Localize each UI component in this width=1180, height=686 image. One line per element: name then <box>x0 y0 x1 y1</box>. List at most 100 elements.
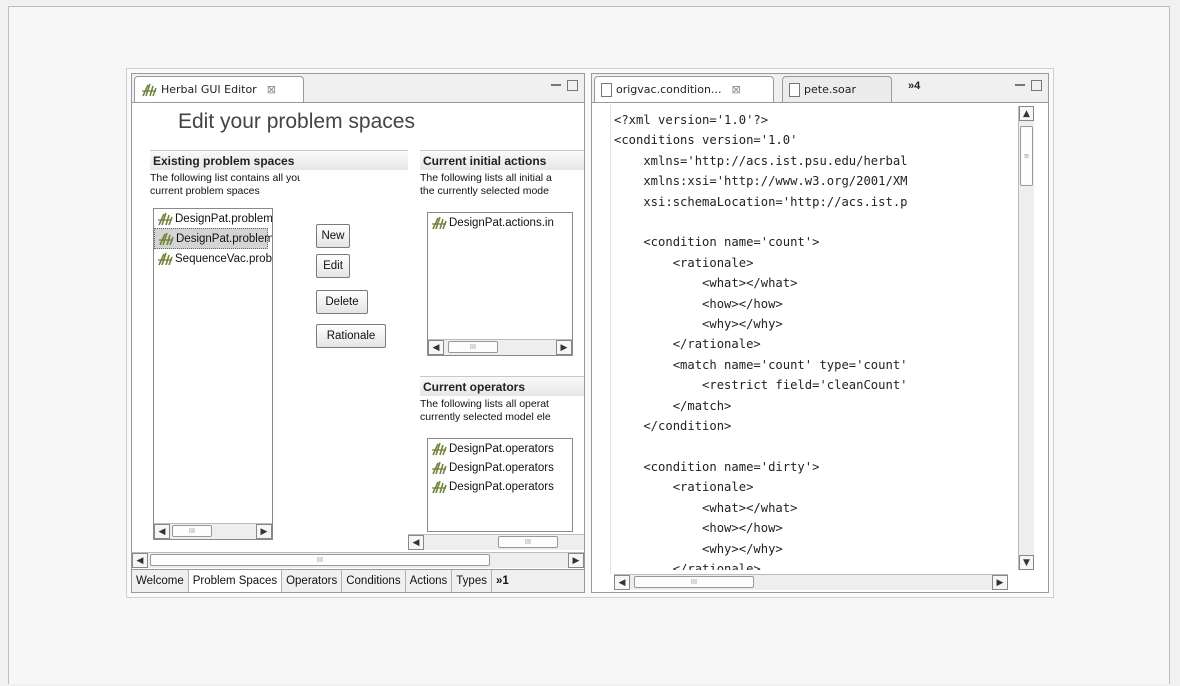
list-item[interactable]: DesignPat.operators <box>428 458 572 477</box>
list-item[interactable]: DesignPat.actions.in <box>428 213 572 232</box>
code-line: xsi:schemaLocation='http://acs.ist.p <box>614 194 908 209</box>
herbal-icon <box>141 83 157 97</box>
code-line: <rationale> <box>614 480 754 495</box>
maximize-icon[interactable] <box>567 80 578 91</box>
edit-button[interactable]: Edit <box>316 254 350 278</box>
code-line: xmlns='http://acs.ist.psu.edu/herbal <box>614 153 908 168</box>
eclipse-window: Herbal GUI Editor ⊠ Edit your problem sp… <box>126 68 1054 598</box>
tab-label: Herbal GUI Editor <box>161 83 257 96</box>
code-line: <what></what> <box>614 276 798 291</box>
operators-list[interactable]: DesignPat.operators DesignPat.operators … <box>427 438 573 532</box>
tab-label: pete.soar <box>804 83 857 96</box>
problem-spaces-list[interactable]: DesignPat.problemsp DesignPat.problemsp … <box>153 208 273 540</box>
rationale-button[interactable]: Rationale <box>316 324 386 348</box>
right-window-controls <box>1015 80 1042 91</box>
code-line: <?xml version='1.0'?> <box>614 113 769 127</box>
code-line: </rationale> <box>614 561 761 570</box>
minimize-icon[interactable] <box>551 84 561 86</box>
herbal-editor-pane: Herbal GUI Editor ⊠ Edit your problem sp… <box>131 73 585 593</box>
file-icon <box>789 82 800 97</box>
code-line: <how></how> <box>614 521 783 536</box>
operators-heading: Current operators <box>420 376 584 396</box>
tab-welcome[interactable]: Welcome <box>132 570 189 592</box>
scroll-up-icon[interactable]: ▲ <box>1019 106 1034 121</box>
scroll-left-icon[interactable]: ◀ <box>428 340 444 355</box>
code-line: </condition> <box>614 419 732 434</box>
herbal-icon <box>157 212 173 226</box>
close-icon[interactable]: ⊠ <box>731 83 740 96</box>
code-line: <why></why> <box>614 317 783 332</box>
left-window-controls <box>551 80 578 91</box>
initial-actions-heading: Current initial actions <box>420 150 584 170</box>
horizontal-scrollbar[interactable]: ◀ III <box>408 534 584 550</box>
close-icon[interactable]: ⊠ <box>267 83 276 96</box>
scroll-down-icon[interactable]: ▼ <box>1019 555 1034 570</box>
list-item[interactable]: SequenceVac.proble <box>154 249 272 268</box>
tab-label: origvac.condition... <box>616 83 722 96</box>
code-line: </rationale> <box>614 337 761 352</box>
editor-tab-row: Herbal GUI Editor ⊠ <box>132 74 584 103</box>
scroll-right-icon[interactable]: ▶ <box>568 553 584 568</box>
code-line: <conditions version='1.0' <box>614 133 798 148</box>
more-tabs-button[interactable]: »1 <box>492 570 513 592</box>
code-line: <what></what> <box>614 500 798 515</box>
scroll-left-icon[interactable]: ◀ <box>132 553 148 568</box>
operators-description: The following lists all operat currently… <box>420 398 551 423</box>
existing-spaces-heading: Existing problem spaces <box>150 150 408 170</box>
list-item[interactable]: DesignPat.operators <box>428 439 572 458</box>
tab-actions[interactable]: Actions <box>406 570 453 592</box>
code-line: <why></why> <box>614 541 783 556</box>
scroll-left-icon[interactable]: ◀ <box>408 535 424 550</box>
tab-types[interactable]: Types <box>452 570 492 592</box>
horizontal-scrollbar[interactable]: ◀ III ▶ <box>154 523 272 539</box>
horizontal-scrollbar[interactable]: ◀ III ▶ <box>614 574 1008 590</box>
code-line: <condition name='dirty'> <box>614 459 820 474</box>
initial-actions-list[interactable]: DesignPat.actions.in ◀ III ▶ <box>427 212 573 356</box>
tab-pete-soar[interactable]: pete.soar <box>782 76 892 102</box>
scroll-right-icon[interactable]: ▶ <box>256 524 272 539</box>
code-line: </match> <box>614 398 732 413</box>
scroll-thumb[interactable]: III <box>498 536 558 548</box>
editor-ruler <box>610 104 611 574</box>
scroll-thumb[interactable]: III <box>634 576 754 588</box>
xml-code-area[interactable]: <?xml version='1.0'?> <conditions version… <box>614 110 1010 570</box>
horizontal-scrollbar[interactable]: ◀ III ▶ <box>428 339 572 355</box>
tab-problem-spaces[interactable]: Problem Spaces <box>188 570 283 592</box>
delete-button[interactable]: Delete <box>316 290 368 314</box>
tab-operators[interactable]: Operators <box>282 570 343 592</box>
herbal-icon <box>157 252 173 266</box>
code-line: <restrict field='cleanCount' <box>614 378 908 393</box>
editor-horizontal-scrollbar[interactable]: ◀ III ▶ <box>132 552 584 568</box>
new-button[interactable]: New <box>316 224 350 248</box>
minimize-icon[interactable] <box>1015 84 1025 86</box>
initial-actions-description: The following lists all initial a the cu… <box>420 172 552 197</box>
herbal-icon <box>431 442 447 456</box>
more-tabs-button[interactable]: »4 <box>908 80 920 92</box>
tab-conditions[interactable]: Conditions <box>342 570 406 592</box>
maximize-icon[interactable] <box>1031 80 1042 91</box>
list-item[interactable]: DesignPat.operators <box>428 477 572 496</box>
herbal-icon <box>431 480 447 494</box>
code-line: xmlns:xsi='http://www.w3.org/2001/XM <box>614 174 908 189</box>
code-line: <condition name='count'> <box>614 235 820 250</box>
scroll-thumb[interactable]: III <box>172 525 212 537</box>
tab-origvac-conditions[interactable]: origvac.condition... ⊠ <box>594 76 774 102</box>
scroll-right-icon[interactable]: ▶ <box>556 340 572 355</box>
scroll-thumb[interactable]: III <box>150 554 490 566</box>
list-item-selected[interactable]: DesignPat.problemsp <box>154 228 272 249</box>
vertical-scrollbar[interactable]: ▲ ≡ ▼ <box>1018 106 1034 570</box>
code-line: <how></how> <box>614 296 783 311</box>
scroll-thumb[interactable]: ≡ <box>1020 126 1033 186</box>
herbal-icon <box>158 232 174 246</box>
herbal-icon <box>431 216 447 230</box>
scroll-left-icon[interactable]: ◀ <box>614 575 630 590</box>
scroll-right-icon[interactable]: ▶ <box>992 575 1008 590</box>
herbal-icon <box>431 461 447 475</box>
tab-herbal-gui-editor[interactable]: Herbal GUI Editor ⊠ <box>134 76 304 102</box>
scroll-thumb[interactable]: III <box>448 341 498 353</box>
list-item[interactable]: DesignPat.problemsp <box>154 209 272 228</box>
existing-spaces-description: The following list contains all your cur… <box>150 172 300 197</box>
scroll-left-icon[interactable]: ◀ <box>154 524 170 539</box>
